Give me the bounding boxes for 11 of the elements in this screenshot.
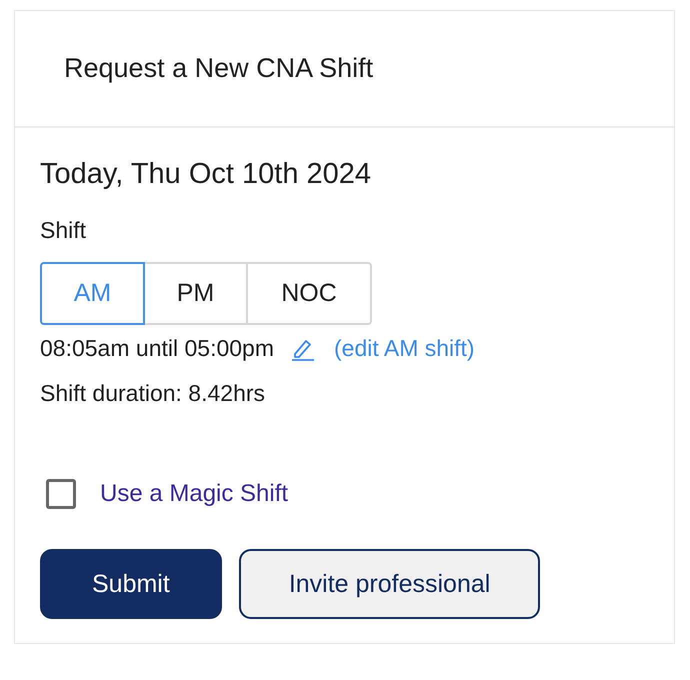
invite-button[interactable]: Invite professional bbox=[238, 549, 540, 619]
shift-option[interactable]: NOC bbox=[246, 262, 372, 325]
magic-shift-label[interactable]: Use a Magic Shift bbox=[100, 480, 288, 508]
shift-option[interactable]: PM bbox=[143, 262, 248, 325]
date-heading: Today, Thu Oct 10th 2024 bbox=[40, 158, 372, 191]
time-range: 08:05am until 05:00pm bbox=[40, 335, 274, 362]
shift-label: Shift bbox=[40, 217, 88, 244]
shift-duration: Shift duration: 8.42hrs bbox=[40, 380, 266, 407]
magic-shift-checkbox[interactable] bbox=[46, 479, 76, 509]
submit-button[interactable]: Submit bbox=[40, 549, 222, 619]
card-title: Request a New CNA Shift bbox=[64, 53, 374, 84]
